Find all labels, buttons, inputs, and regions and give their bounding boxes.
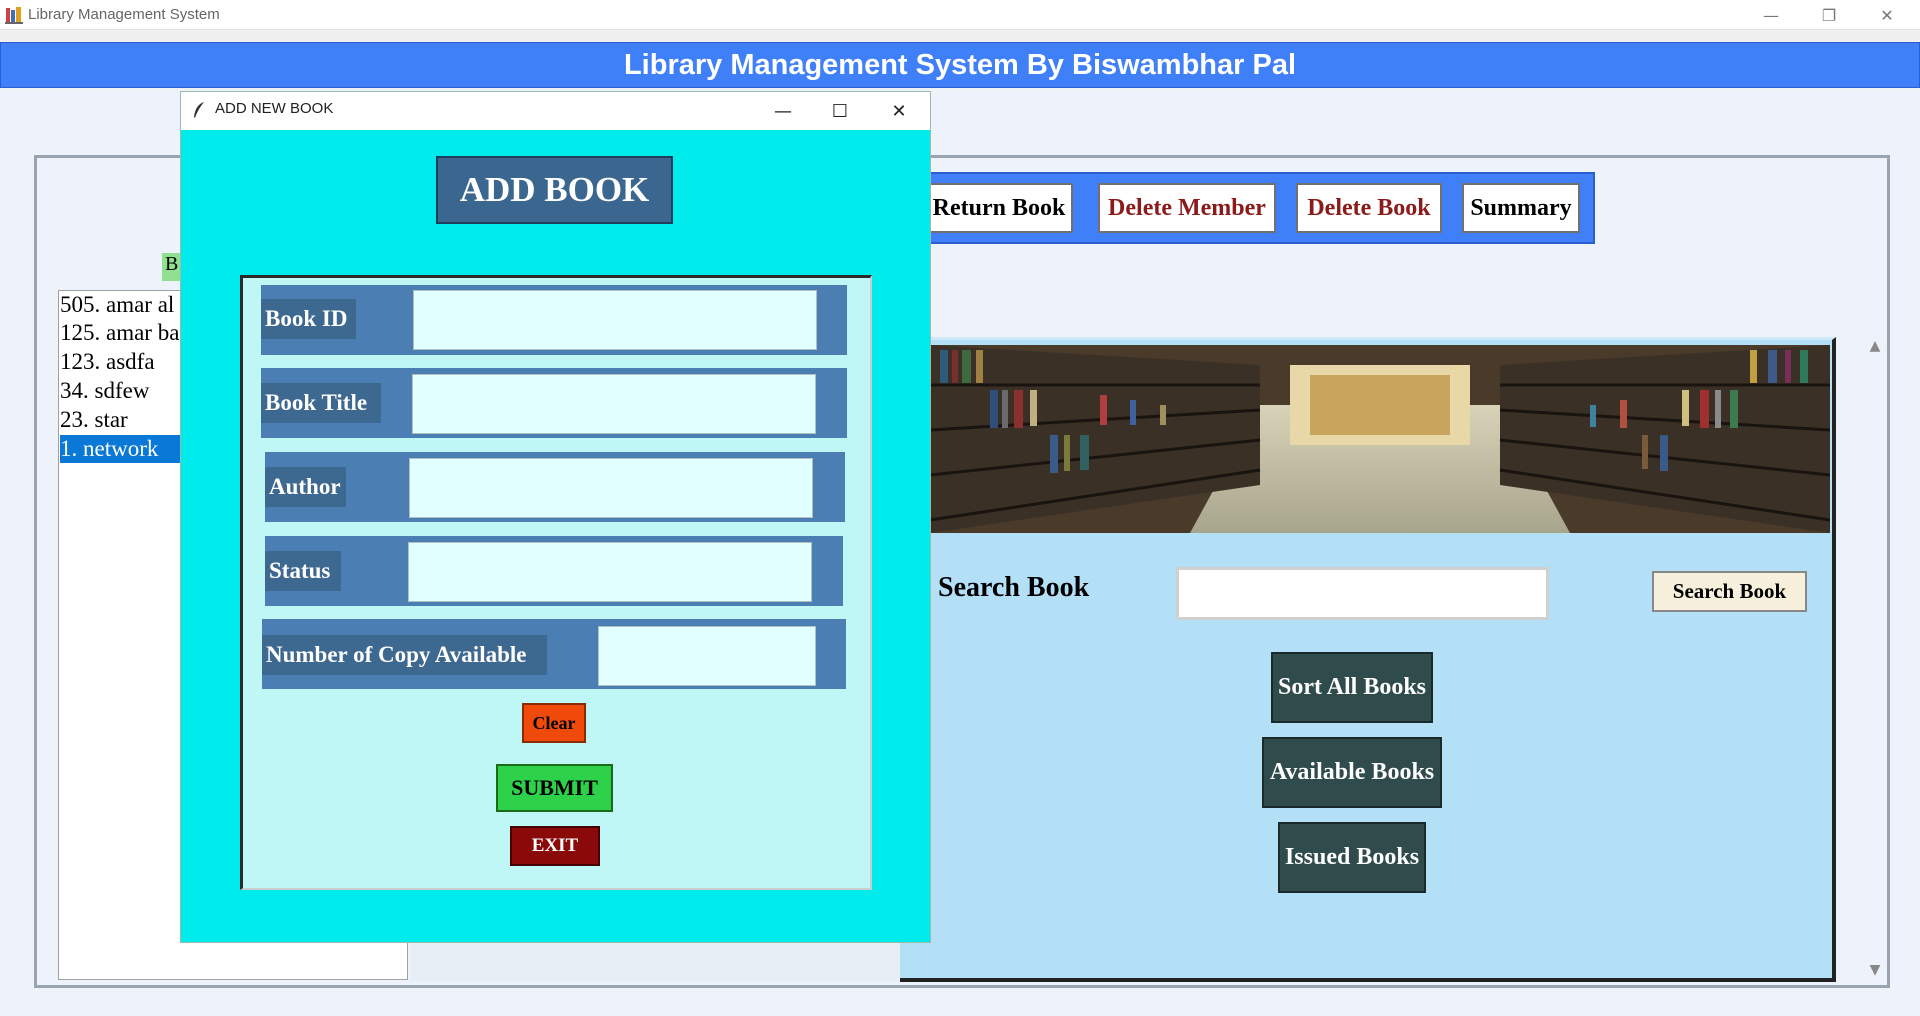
sort-all-books-button[interactable]: Sort All Books xyxy=(1271,652,1433,723)
window-close-button[interactable]: ✕ xyxy=(1858,0,1916,30)
window-restore-button[interactable]: ❐ xyxy=(1800,0,1858,30)
author-label: Author xyxy=(265,467,346,507)
dialog-title: ADD NEW BOOK xyxy=(215,100,334,117)
add-book-heading: ADD BOOK xyxy=(436,156,673,224)
scroll-up-arrow[interactable]: ▲ xyxy=(1866,338,1884,356)
dialog-minimize-button[interactable]: — xyxy=(758,92,808,130)
books-app-icon xyxy=(5,7,23,24)
return-book-button[interactable]: Return Book xyxy=(925,183,1073,233)
app-banner: Library Management System By Biswambhar … xyxy=(0,42,1920,88)
dialog-maximize-button[interactable]: ☐ xyxy=(815,92,865,130)
dialog-close-button[interactable]: ✕ xyxy=(874,92,924,130)
copies-label: Number of Copy Available xyxy=(262,635,547,675)
feather-icon xyxy=(194,102,204,118)
window-titlebar: Library Management System — ❐ ✕ xyxy=(0,0,1920,30)
submit-button[interactable]: SUBMIT xyxy=(496,764,613,812)
available-books-button[interactable]: Available Books xyxy=(1262,737,1442,808)
search-book-button[interactable]: Search Book xyxy=(1652,571,1807,612)
status-input[interactable] xyxy=(408,542,812,602)
list-item-selected[interactable]: 1. network xyxy=(60,435,180,463)
scroll-down-arrow[interactable]: ▼ xyxy=(1866,962,1884,980)
summary-button[interactable]: Summary xyxy=(1462,183,1580,233)
window-minimize-button[interactable]: — xyxy=(1742,0,1800,30)
list-item[interactable]: 23. star xyxy=(60,406,180,434)
book-id-label: Book ID xyxy=(261,299,356,339)
list-item[interactable]: 125. amar ba xyxy=(60,319,180,347)
search-book-label: Search Book xyxy=(938,572,1090,603)
copies-input[interactable] xyxy=(598,626,816,686)
list-item[interactable]: 505. amar al xyxy=(60,291,180,319)
search-book-input[interactable] xyxy=(1176,567,1549,620)
clear-button[interactable]: Clear xyxy=(522,703,586,743)
exit-button[interactable]: EXIT xyxy=(510,826,600,866)
issued-books-button[interactable]: Issued Books xyxy=(1278,822,1426,893)
bookshelf-image xyxy=(930,345,1830,533)
list-item[interactable]: 123. asdfa xyxy=(60,348,180,376)
status-label: Status xyxy=(265,551,341,591)
list-item[interactable]: 34. sdfew xyxy=(60,377,180,405)
library-shelves-image xyxy=(930,345,1830,533)
author-input[interactable] xyxy=(409,458,813,518)
book-id-input[interactable] xyxy=(413,290,817,350)
window-title: Library Management System xyxy=(28,6,220,23)
delete-book-button[interactable]: Delete Book xyxy=(1296,183,1442,233)
delete-member-button[interactable]: Delete Member xyxy=(1098,183,1276,233)
book-title-label: Book Title xyxy=(261,383,381,423)
book-title-input[interactable] xyxy=(412,374,816,434)
app-banner-title: Library Management System By Biswambhar … xyxy=(623,48,1297,81)
